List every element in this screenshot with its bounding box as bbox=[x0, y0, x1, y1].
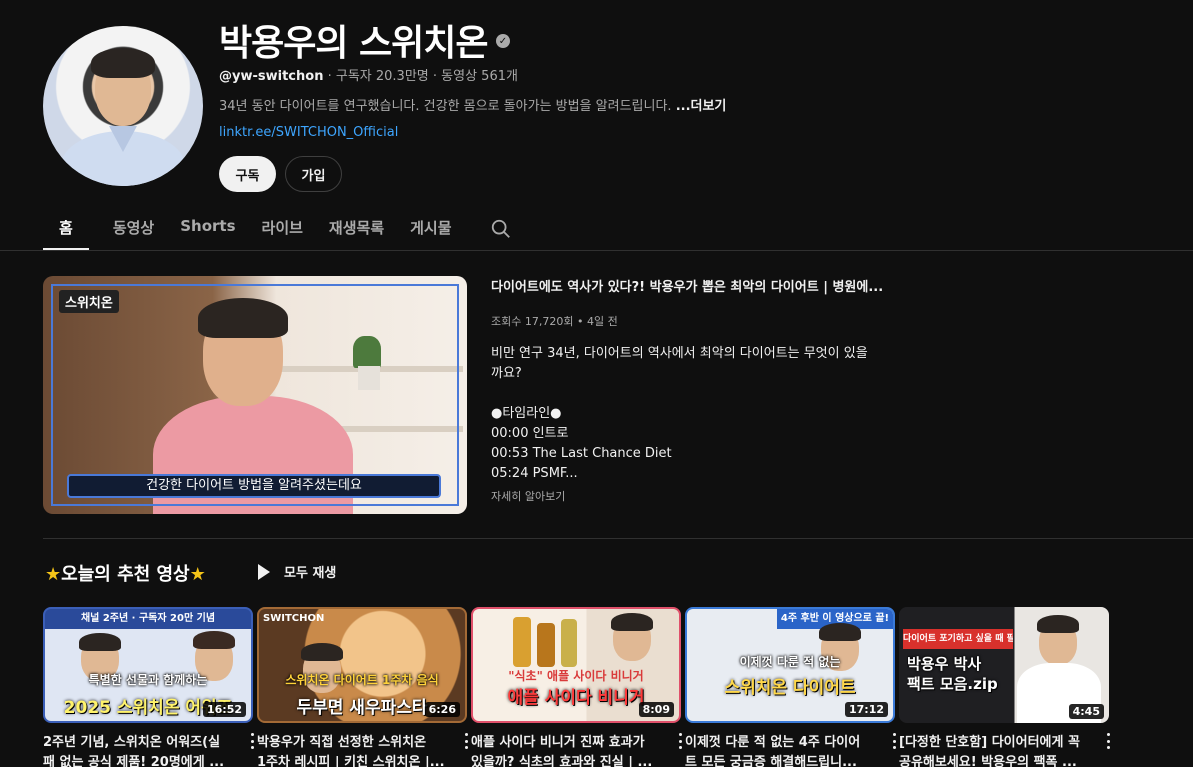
channel-external-link[interactable]: linktr.ee/SWITCHON_Official bbox=[219, 125, 398, 140]
section-divider bbox=[43, 538, 1193, 539]
video-duration: 17:12 bbox=[844, 702, 888, 717]
channel-description[interactable]: 34년 동안 다이어트를 연구했습니다. 건강한 몸으로 돌아가는 방법을 알려… bbox=[219, 95, 726, 114]
video-title[interactable]: 이제껏 다룬 적 없는 4주 다이어 트 모든 궁금증 해결해드립니... bbox=[685, 733, 881, 767]
channel-name: 박용우의 스위치온 bbox=[219, 23, 488, 64]
more-options-icon[interactable] bbox=[677, 733, 683, 749]
tab-shorts[interactable]: Shorts bbox=[180, 212, 235, 250]
video-duration: 16:52 bbox=[202, 702, 246, 717]
section-title: ★오늘의 추천 영상★ bbox=[45, 564, 206, 585]
video-card[interactable]: SWITCHON 스위치온 다이어트 1주차 음식 두부면 새우파스타 6:26… bbox=[257, 607, 469, 767]
tab-home[interactable]: 홈 bbox=[43, 212, 89, 250]
tab-posts[interactable]: 게시물 bbox=[410, 212, 451, 250]
tab-playlists[interactable]: 재생목록 bbox=[329, 212, 384, 250]
channel-handle: @yw-switchon bbox=[219, 69, 324, 84]
more-options-icon[interactable] bbox=[249, 733, 255, 749]
tab-videos[interactable]: 동영상 bbox=[113, 212, 154, 250]
video-thumbnail[interactable]: SWITCHON 스위치온 다이어트 1주차 음식 두부면 새우파스타 6:26 bbox=[257, 607, 467, 723]
thumbnail-caption: 건강한 다이어트 방법을 알려주셨는데요 bbox=[67, 474, 441, 498]
subscribe-button[interactable]: 구독 bbox=[219, 156, 276, 192]
more-options-icon[interactable] bbox=[1105, 733, 1111, 749]
featured-video-thumbnail[interactable]: 스위치온 건강한 다이어트 방법을 알려주셨는데요 bbox=[43, 276, 467, 514]
play-icon bbox=[258, 563, 270, 580]
channel-avatar bbox=[43, 26, 203, 186]
more-options-icon[interactable] bbox=[891, 733, 897, 749]
thumbnail-logo: 스위치온 bbox=[59, 290, 119, 313]
star-icon: ★ bbox=[189, 564, 206, 585]
featured-video-stats: 조회수 17,720회 • 4일 전 bbox=[491, 315, 618, 328]
featured-more-link[interactable]: 자세히 알아보기 bbox=[491, 488, 565, 504]
subscriber-count: 구독자 20.3만명 bbox=[335, 69, 429, 84]
verified-icon: ✓ bbox=[495, 34, 510, 48]
video-title[interactable]: 박용우가 직접 선정한 스위치온 1주차 레시피 | 키친 스위치온 |... bbox=[257, 733, 453, 767]
channel-title: 박용우의 스위치온 ✓ bbox=[219, 14, 510, 66]
video-card[interactable]: 4주 후반 이 영상으로 끝! 이제껏 다룬 적 없는 스위치온 다이어트 17… bbox=[685, 607, 897, 767]
video-count: 동영상 561개 bbox=[441, 69, 518, 84]
video-thumbnail[interactable]: 다이어트 포기하고 싶을 때 필수 시청! 박용우 박사 팩트 모음.zip 4… bbox=[899, 607, 1109, 723]
video-title[interactable]: 2주년 기념, 스위치온 어워즈(실 패 없는 공식 제품! 20명에게 ... bbox=[43, 733, 239, 767]
description-more-link[interactable]: ...더보기 bbox=[676, 99, 727, 114]
video-duration: 8:09 bbox=[638, 702, 674, 717]
channel-meta: @yw-switchon · 구독자 20.3만명 · 동영상 561개 bbox=[219, 69, 518, 84]
featured-video-description: 비만 연구 34년, 다이어트의 역사에서 최악의 다이어트는 무엇이 있을 까… bbox=[491, 346, 868, 481]
star-icon: ★ bbox=[45, 564, 62, 585]
video-thumbnail[interactable]: "식초" 애플 사이다 비니거 애플 사이다 비니거 8:09 bbox=[471, 607, 681, 723]
video-duration: 6:26 bbox=[424, 702, 460, 717]
video-thumbnail[interactable]: 4주 후반 이 영상으로 끝! 이제껏 다룬 적 없는 스위치온 다이어트 17… bbox=[685, 607, 895, 723]
video-card[interactable]: "식초" 애플 사이다 비니거 애플 사이다 비니거 8:09 애플 사이다 비… bbox=[471, 607, 683, 767]
more-options-icon[interactable] bbox=[463, 733, 469, 749]
video-title[interactable]: [다정한 단호함] 다이어터에게 꼭 공유해보세요! 박용우의 팩폭 ... bbox=[899, 733, 1095, 767]
play-all-button[interactable]: 모두 재생 bbox=[258, 562, 336, 581]
video-card[interactable]: 다이어트 포기하고 싶을 때 필수 시청! 박용우 박사 팩트 모음.zip 4… bbox=[899, 607, 1111, 767]
featured-video-title[interactable]: 다이어트에도 역사가 있다?! 박용우가 뽑은 최악의 다이어트 | 병원에..… bbox=[491, 276, 883, 295]
join-button[interactable]: 가입 bbox=[285, 156, 342, 192]
video-title[interactable]: 애플 사이다 비니거 진짜 효과가 있을까? 식초의 효과와 진실 | ... bbox=[471, 733, 667, 767]
tab-live[interactable]: 라이브 bbox=[262, 212, 303, 250]
video-thumbnail[interactable]: 채널 2주년 · 구독자 20만 기념 특별한 선물과 함께하는 2025 스위… bbox=[43, 607, 253, 723]
video-card[interactable]: 채널 2주년 · 구독자 20만 기념 특별한 선물과 함께하는 2025 스위… bbox=[43, 607, 255, 767]
tabs-divider bbox=[0, 250, 1193, 251]
video-duration: 4:45 bbox=[1068, 704, 1104, 719]
search-icon[interactable] bbox=[490, 218, 512, 240]
channel-tabs: 홈 동영상 Shorts 라이브 재생목록 게시물 bbox=[43, 212, 512, 250]
